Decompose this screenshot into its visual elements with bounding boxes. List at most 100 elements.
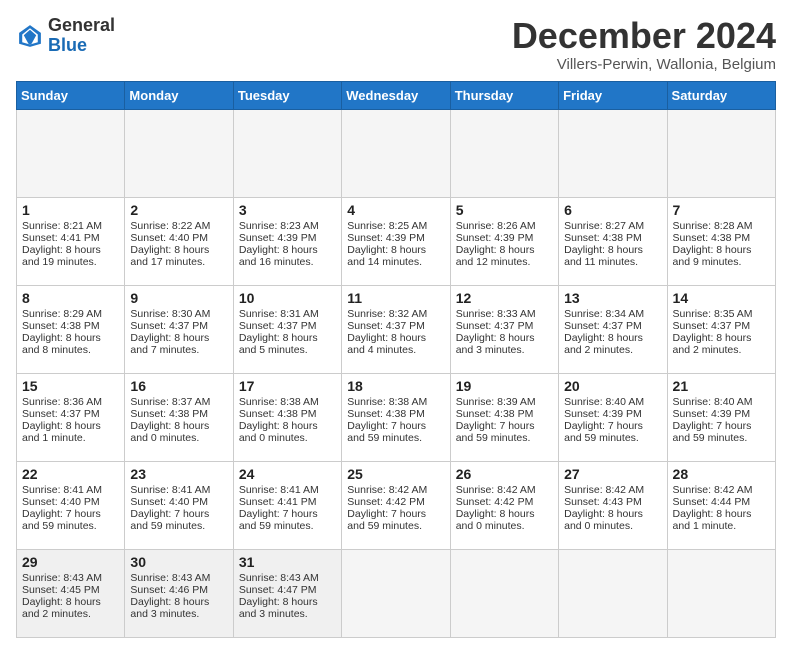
daylight-text: Daylight: 8 hours and 17 minutes. xyxy=(130,244,209,268)
month-title: December 2024 xyxy=(512,16,776,56)
sunrise-text: Sunrise: 8:37 AM xyxy=(130,396,210,408)
daylight-text: Daylight: 8 hours and 3 minutes. xyxy=(239,596,318,620)
sunset-text: Sunset: 4:37 PM xyxy=(239,320,317,332)
sunset-text: Sunset: 4:39 PM xyxy=(347,232,425,244)
week-row-2: 8Sunrise: 8:29 AMSunset: 4:38 PMDaylight… xyxy=(17,285,776,373)
daylight-text: Daylight: 8 hours and 1 minute. xyxy=(673,508,752,532)
calendar-cell: 26Sunrise: 8:42 AMSunset: 4:42 PMDayligh… xyxy=(450,461,558,549)
daylight-text: Daylight: 8 hours and 0 minutes. xyxy=(239,420,318,444)
day-number: 4 xyxy=(347,202,444,218)
calendar-cell: 27Sunrise: 8:42 AMSunset: 4:43 PMDayligh… xyxy=(559,461,667,549)
header-wednesday: Wednesday xyxy=(342,81,450,109)
calendar-cell: 5Sunrise: 8:26 AMSunset: 4:39 PMDaylight… xyxy=(450,197,558,285)
daylight-text: Daylight: 8 hours and 14 minutes. xyxy=(347,244,426,268)
sunset-text: Sunset: 4:37 PM xyxy=(22,408,100,420)
sunrise-text: Sunrise: 8:40 AM xyxy=(564,396,644,408)
day-number: 18 xyxy=(347,378,444,394)
logo-icon xyxy=(16,22,44,50)
sunset-text: Sunset: 4:40 PM xyxy=(130,232,208,244)
daylight-text: Daylight: 7 hours and 59 minutes. xyxy=(239,508,318,532)
day-number: 2 xyxy=(130,202,227,218)
daylight-text: Daylight: 8 hours and 2 minutes. xyxy=(22,596,101,620)
sunset-text: Sunset: 4:45 PM xyxy=(22,584,100,596)
daylight-text: Daylight: 8 hours and 8 minutes. xyxy=(22,332,101,356)
sunrise-text: Sunrise: 8:21 AM xyxy=(22,220,102,232)
logo-general-text: General xyxy=(48,16,115,36)
header-sunday: Sunday xyxy=(17,81,125,109)
logo: General Blue xyxy=(16,16,115,56)
calendar-cell: 23Sunrise: 8:41 AMSunset: 4:40 PMDayligh… xyxy=(125,461,233,549)
week-row-4: 22Sunrise: 8:41 AMSunset: 4:40 PMDayligh… xyxy=(17,461,776,549)
daylight-text: Daylight: 8 hours and 11 minutes. xyxy=(564,244,643,268)
sunset-text: Sunset: 4:38 PM xyxy=(564,232,642,244)
calendar-cell xyxy=(342,549,450,637)
calendar-cell: 1Sunrise: 8:21 AMSunset: 4:41 PMDaylight… xyxy=(17,197,125,285)
calendar-cell: 31Sunrise: 8:43 AMSunset: 4:47 PMDayligh… xyxy=(233,549,341,637)
calendar-cell xyxy=(125,109,233,197)
day-number: 15 xyxy=(22,378,119,394)
sunrise-text: Sunrise: 8:30 AM xyxy=(130,308,210,320)
day-number: 7 xyxy=(673,202,770,218)
header-saturday: Saturday xyxy=(667,81,775,109)
page-header: General Blue December 2024 Villers-Perwi… xyxy=(16,16,776,73)
sunset-text: Sunset: 4:37 PM xyxy=(130,320,208,332)
sunrise-text: Sunrise: 8:33 AM xyxy=(456,308,536,320)
calendar-cell xyxy=(17,109,125,197)
sunset-text: Sunset: 4:39 PM xyxy=(673,408,751,420)
sunrise-text: Sunrise: 8:23 AM xyxy=(239,220,319,232)
calendar-cell: 15Sunrise: 8:36 AMSunset: 4:37 PMDayligh… xyxy=(17,373,125,461)
day-number: 9 xyxy=(130,290,227,306)
calendar-cell: 21Sunrise: 8:40 AMSunset: 4:39 PMDayligh… xyxy=(667,373,775,461)
daylight-text: Daylight: 7 hours and 59 minutes. xyxy=(673,420,752,444)
sunrise-text: Sunrise: 8:43 AM xyxy=(22,572,102,584)
header-row: SundayMondayTuesdayWednesdayThursdayFrid… xyxy=(17,81,776,109)
calendar-cell: 19Sunrise: 8:39 AMSunset: 4:38 PMDayligh… xyxy=(450,373,558,461)
sunset-text: Sunset: 4:38 PM xyxy=(130,408,208,420)
day-number: 30 xyxy=(130,554,227,570)
calendar-cell xyxy=(450,549,558,637)
day-number: 19 xyxy=(456,378,553,394)
daylight-text: Daylight: 8 hours and 2 minutes. xyxy=(564,332,643,356)
daylight-text: Daylight: 8 hours and 3 minutes. xyxy=(130,596,209,620)
sunrise-text: Sunrise: 8:38 AM xyxy=(239,396,319,408)
sunset-text: Sunset: 4:42 PM xyxy=(456,496,534,508)
sunset-text: Sunset: 4:38 PM xyxy=(673,232,751,244)
daylight-text: Daylight: 7 hours and 59 minutes. xyxy=(22,508,101,532)
sunset-text: Sunset: 4:38 PM xyxy=(22,320,100,332)
calendar-cell xyxy=(559,549,667,637)
header-monday: Monday xyxy=(125,81,233,109)
day-number: 1 xyxy=(22,202,119,218)
daylight-text: Daylight: 8 hours and 1 minute. xyxy=(22,420,101,444)
calendar-cell xyxy=(667,109,775,197)
calendar-cell: 8Sunrise: 8:29 AMSunset: 4:38 PMDaylight… xyxy=(17,285,125,373)
sunset-text: Sunset: 4:41 PM xyxy=(22,232,100,244)
calendar-cell: 30Sunrise: 8:43 AMSunset: 4:46 PMDayligh… xyxy=(125,549,233,637)
daylight-text: Daylight: 8 hours and 9 minutes. xyxy=(673,244,752,268)
day-number: 5 xyxy=(456,202,553,218)
day-number: 26 xyxy=(456,466,553,482)
location-subtitle: Villers-Perwin, Wallonia, Belgium xyxy=(512,56,776,73)
sunset-text: Sunset: 4:39 PM xyxy=(564,408,642,420)
sunset-text: Sunset: 4:41 PM xyxy=(239,496,317,508)
sunrise-text: Sunrise: 8:25 AM xyxy=(347,220,427,232)
daylight-text: Daylight: 7 hours and 59 minutes. xyxy=(564,420,643,444)
calendar-cell: 2Sunrise: 8:22 AMSunset: 4:40 PMDaylight… xyxy=(125,197,233,285)
calendar-cell: 25Sunrise: 8:42 AMSunset: 4:42 PMDayligh… xyxy=(342,461,450,549)
sunset-text: Sunset: 4:38 PM xyxy=(347,408,425,420)
calendar-cell: 7Sunrise: 8:28 AMSunset: 4:38 PMDaylight… xyxy=(667,197,775,285)
day-number: 20 xyxy=(564,378,661,394)
calendar-cell: 20 Sunrise: 8:40 AMSunset: 4:39 PMDayligh… xyxy=(559,373,667,461)
day-number: 22 xyxy=(22,466,119,482)
day-number: 11 xyxy=(347,290,444,306)
week-row-0 xyxy=(17,109,776,197)
daylight-text: Daylight: 7 hours and 59 minutes. xyxy=(456,420,535,444)
sunrise-text: Sunrise: 8:41 AM xyxy=(130,484,210,496)
calendar-body: 1Sunrise: 8:21 AMSunset: 4:41 PMDaylight… xyxy=(17,109,776,637)
header-friday: Friday xyxy=(559,81,667,109)
header-tuesday: Tuesday xyxy=(233,81,341,109)
sunrise-text: Sunrise: 8:42 AM xyxy=(347,484,427,496)
daylight-text: Daylight: 8 hours and 5 minutes. xyxy=(239,332,318,356)
sunset-text: Sunset: 4:37 PM xyxy=(347,320,425,332)
calendar-cell: 28Sunrise: 8:42 AMSunset: 4:44 PMDayligh… xyxy=(667,461,775,549)
sunset-text: Sunset: 4:43 PM xyxy=(564,496,642,508)
